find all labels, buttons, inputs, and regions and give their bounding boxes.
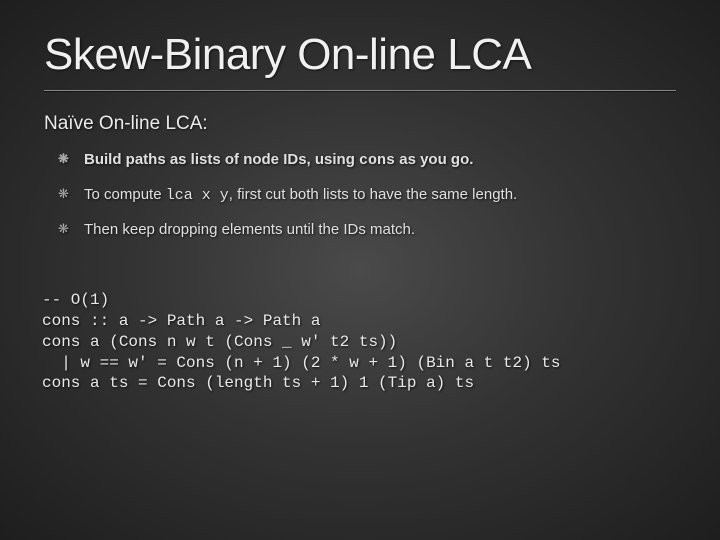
- bullet-item: Then keep dropping elements until the ID…: [58, 219, 676, 241]
- slide-title: Skew-Binary On-line LCA: [44, 30, 676, 80]
- slide: Skew-Binary On-line LCA Naïve On-line LC…: [0, 0, 720, 540]
- bullet-item: To compute lca x y, first cut both lists…: [58, 184, 676, 207]
- code-block: -- O(1) cons :: a -> Path a -> Path a co…: [42, 290, 676, 394]
- divider: [44, 90, 676, 91]
- bullet-item: Build paths as lists of node IDs, using …: [58, 149, 676, 172]
- slide-subtitle: Naïve On-line LCA:: [44, 113, 676, 135]
- bullet-list: Build paths as lists of node IDs, using …: [58, 149, 676, 240]
